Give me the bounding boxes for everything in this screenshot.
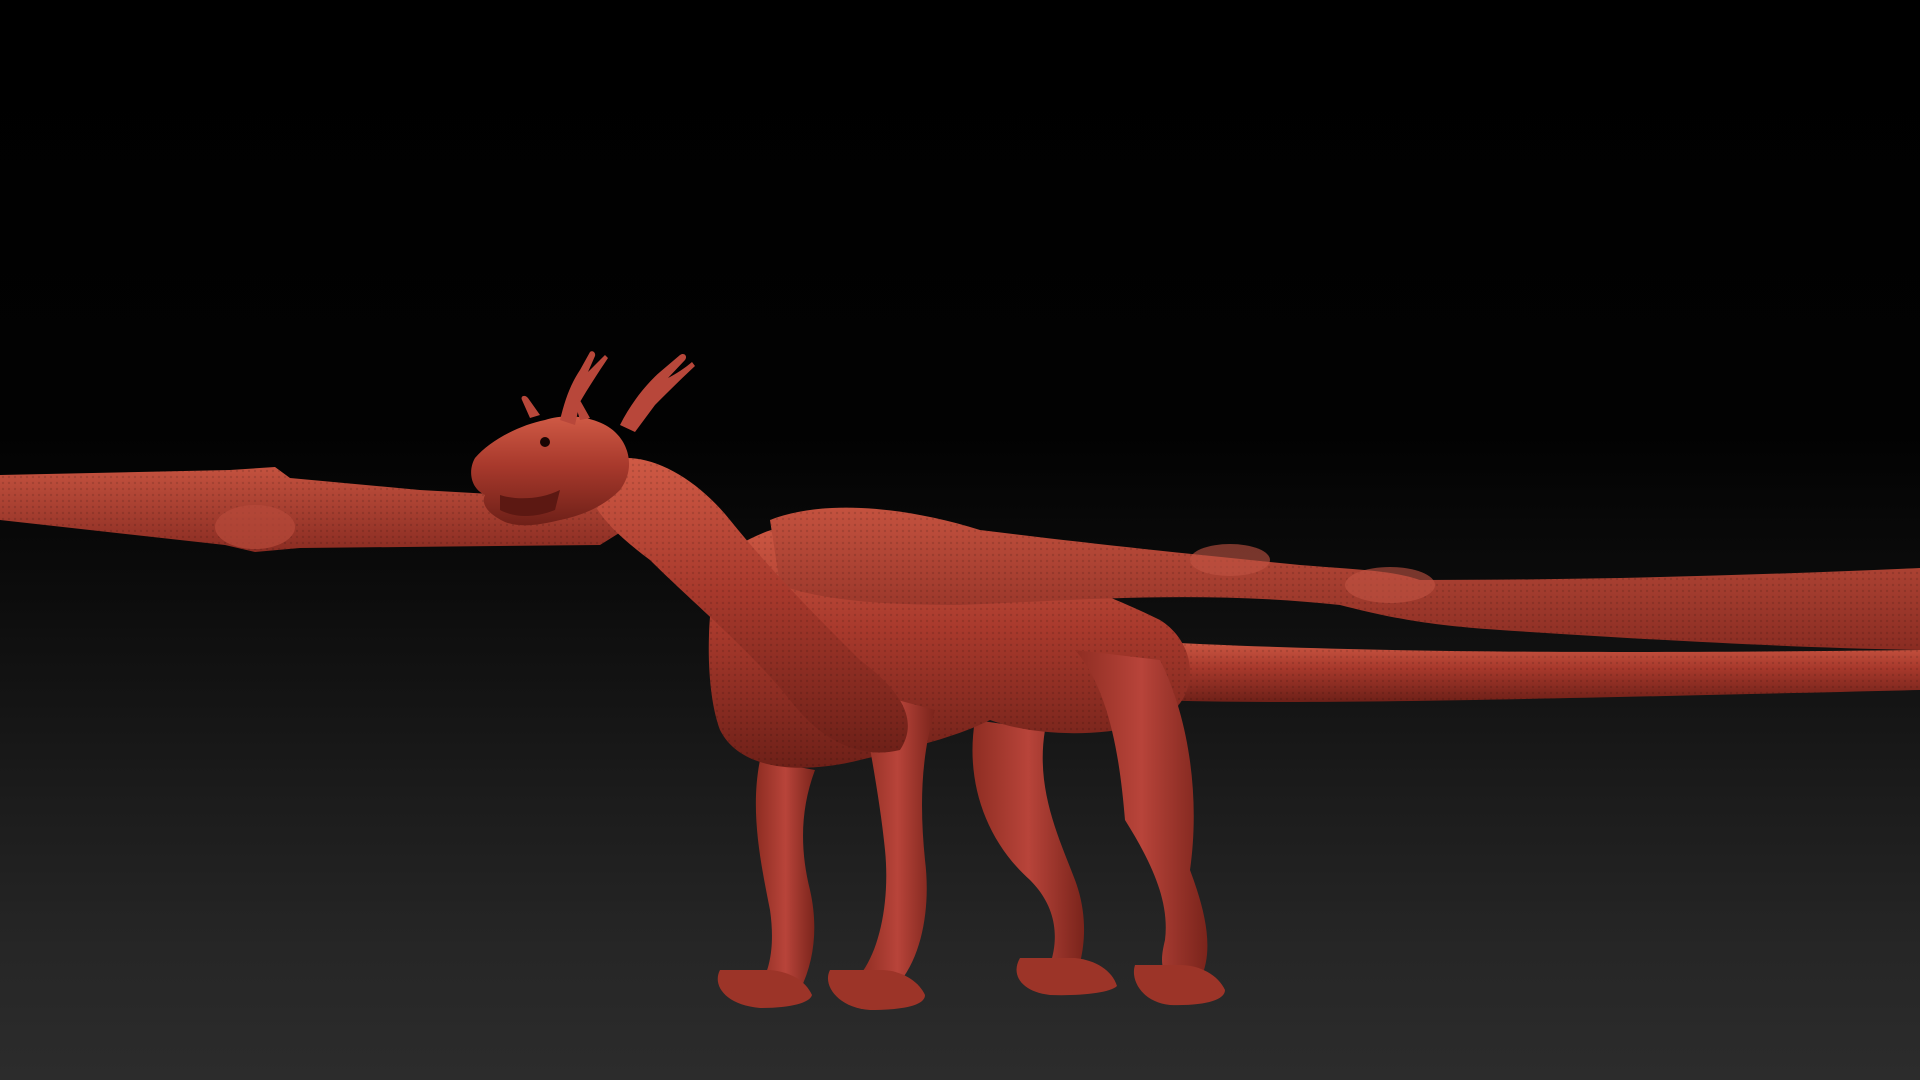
sculpt-viewport[interactable]	[0, 0, 1920, 1080]
far-front-leg	[717, 760, 815, 1008]
dragon-model[interactable]	[0, 0, 1920, 1080]
eye-icon	[540, 437, 550, 447]
tail	[1120, 640, 1920, 702]
far-hind-leg	[972, 720, 1117, 996]
